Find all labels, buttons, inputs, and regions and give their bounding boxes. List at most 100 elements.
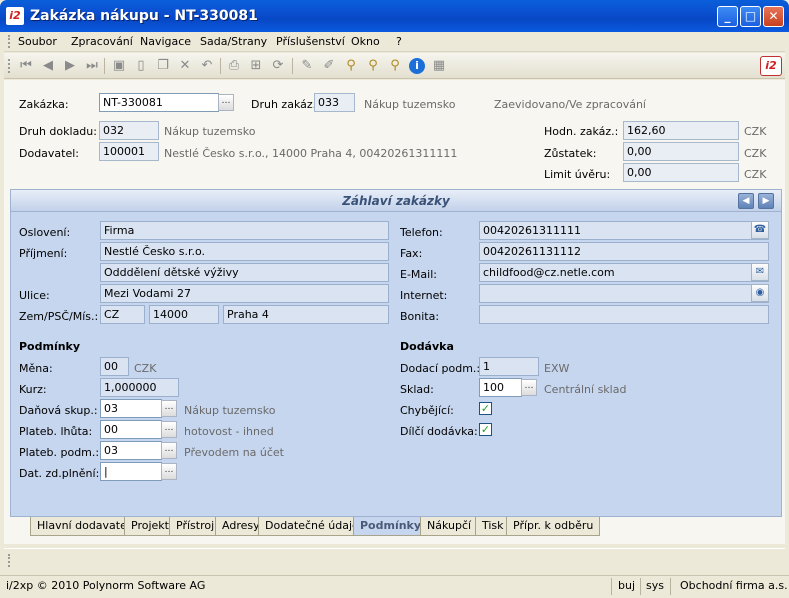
druh-dokladu-field: 032 xyxy=(99,121,159,140)
menu-sada-strany[interactable]: Sada/Strany xyxy=(200,35,267,48)
dilci-dodavka-label: Dílčí dodávka: xyxy=(400,425,478,438)
last-record-icon[interactable]: ⏭ xyxy=(84,58,100,74)
mena-desc: CZK xyxy=(134,362,157,375)
tab-nakupci[interactable]: Nákupčí xyxy=(420,517,479,536)
dat-zd-plneni-label: Dat. zd.plnění: xyxy=(19,467,100,480)
menu-zpracovani[interactable]: Zpracování xyxy=(71,35,133,48)
plateb-lhuta-input[interactable]: 00 xyxy=(100,420,162,439)
copy-icon[interactable]: ❐ xyxy=(155,58,171,74)
open-web-icon[interactable]: ◉ xyxy=(751,284,769,302)
toolbar-grip[interactable] xyxy=(8,59,11,73)
danova-skup-label: Daňová skup.: xyxy=(19,404,98,417)
chybejici-label: Chybějící: xyxy=(400,404,454,417)
bottom-toolbar-grip[interactable] xyxy=(8,554,11,567)
panel-title: Záhlaví zakázky xyxy=(11,190,781,212)
next-record-icon[interactable]: ▶ xyxy=(62,58,78,74)
mena-field: 00 xyxy=(100,357,129,376)
toolbar-separator xyxy=(220,58,221,74)
hodn-zakaz-field: 162,60 xyxy=(623,121,739,140)
ulice-label: Ulice: xyxy=(19,289,50,302)
search-icon[interactable]: ⚲ xyxy=(365,58,381,74)
panel-next-arrow-icon[interactable]: ▶ xyxy=(758,193,774,209)
zem-psc-mis-label: Zem/PSČ/Mís.: xyxy=(19,310,99,323)
chybejici-checkbox[interactable]: ✓ xyxy=(479,402,492,415)
osloveni-field: Firma xyxy=(100,221,389,240)
plateb-podm-desc: Převodem na účet xyxy=(184,446,284,459)
menu-soubor[interactable]: Soubor xyxy=(18,35,57,48)
menubar-grip[interactable] xyxy=(8,35,11,48)
search-advanced-icon[interactable]: ⚲ xyxy=(387,58,403,74)
status-bar: i/2xp © 2010 Polynorm Software AG buj sy… xyxy=(0,575,789,598)
dodavatel-field: 100001 xyxy=(99,142,159,161)
zustatek-field: 0,00 xyxy=(623,142,739,161)
menu-help[interactable]: ? xyxy=(396,35,402,48)
dat-zd-plneni-input[interactable]: | xyxy=(100,462,162,481)
email-field: childfood@cz.netle.com xyxy=(479,263,769,282)
info-icon[interactable]: i xyxy=(409,58,425,74)
edit-pen-icon[interactable]: ✎ xyxy=(299,58,315,74)
application-window: i2 Zakázka nákupu - NT-330081 _ □ ✕ Soub… xyxy=(0,0,789,598)
tab-podminky[interactable]: Podmínky xyxy=(353,517,429,536)
search-filter-icon[interactable]: ⚲ xyxy=(343,58,359,74)
title-bar[interactable]: i2 Zakázka nákupu - NT-330081 _ □ ✕ xyxy=(0,0,789,32)
edit-pen-alt-icon[interactable]: ✐ xyxy=(321,58,337,74)
toolbar-separator xyxy=(292,58,293,74)
phone-dial-icon[interactable]: ☎ xyxy=(751,221,769,239)
zakazka-input[interactable]: NT-330081 xyxy=(99,93,219,112)
mena-label: Měna: xyxy=(19,362,53,375)
plateb-podm-label: Plateb. podm.: xyxy=(19,446,100,459)
sklad-input[interactable]: 100 xyxy=(479,378,522,397)
plateb-podm-input[interactable]: 03 xyxy=(100,441,162,460)
status-user: buj xyxy=(618,579,636,592)
prev-record-icon[interactable]: ◀ xyxy=(40,58,56,74)
minimize-button[interactable]: _ xyxy=(717,6,738,27)
menu-okno[interactable]: Okno xyxy=(351,35,380,48)
dat-zd-plneni-lookup-button[interactable]: … xyxy=(161,463,177,480)
sklad-lookup-button[interactable]: … xyxy=(521,379,537,396)
tree-icon[interactable]: ⊞ xyxy=(248,58,264,74)
osloveni-label: Oslovení: xyxy=(19,226,71,239)
plateb-lhuta-lookup-button[interactable]: … xyxy=(161,421,177,438)
misto-field: Praha 4 xyxy=(223,305,389,324)
tab-pripr-k-odberu[interactable]: Přípr. k odběru xyxy=(506,517,601,536)
menu-prislusenstvi[interactable]: Příslušenství xyxy=(276,35,345,48)
save-icon[interactable]: ▣ xyxy=(111,58,127,74)
delete-icon[interactable]: ✕ xyxy=(177,58,193,74)
plateb-lhuta-label: Plateb. lhůta: xyxy=(19,425,93,438)
prijmeni-label: Příjmení: xyxy=(19,247,68,260)
dodaci-podm-label: Dodací podm.: xyxy=(400,362,481,375)
status-database: sys xyxy=(646,579,664,592)
danova-skup-lookup-button[interactable]: … xyxy=(161,400,177,417)
maximize-button[interactable]: □ xyxy=(740,6,761,27)
limit-uveru-currency: CZK xyxy=(744,168,767,181)
menu-navigace[interactable]: Navigace xyxy=(140,35,191,48)
dilci-dodavka-checkbox[interactable]: ✓ xyxy=(479,423,492,436)
tab-dodatecne-udaje[interactable]: Dodatečné údaje xyxy=(258,517,366,536)
panel-prev-arrow-icon[interactable]: ◀ xyxy=(738,193,754,209)
email-label: E-Mail: xyxy=(400,268,437,281)
zakazka-lookup-button[interactable]: … xyxy=(218,94,234,111)
close-button[interactable]: ✕ xyxy=(763,6,784,27)
fax-field: 00420261131112 xyxy=(479,242,769,261)
window-title: Zakázka nákupu - NT-330081 xyxy=(30,8,258,24)
undo-icon[interactable]: ↶ xyxy=(199,58,215,74)
send-email-icon[interactable]: ✉ xyxy=(751,263,769,281)
dodavatel-desc: Nestlé Česko s.r.o., 14000 Praha 4, 0042… xyxy=(164,147,458,160)
tab-strip: Hlavní dodavatel Projekt Přístroj Adresy… xyxy=(10,517,782,537)
new-document-icon[interactable]: ▯ xyxy=(133,58,149,74)
plateb-podm-lookup-button[interactable]: … xyxy=(161,442,177,459)
hodn-zakaz-currency: CZK xyxy=(744,125,767,138)
first-record-icon[interactable]: ⏮ xyxy=(18,58,34,74)
calculator-icon[interactable]: ▦ xyxy=(431,58,447,74)
danova-skup-input[interactable]: 03 xyxy=(100,399,162,418)
plateb-lhuta-desc: hotovost - ihned xyxy=(184,425,274,438)
telefon-label: Telefon: xyxy=(400,226,443,239)
druh-zakaz-field: 033 xyxy=(314,93,355,112)
podminky-section-title: Podmínky xyxy=(19,340,81,353)
dodavatel-label: Dodavatel: xyxy=(19,147,80,160)
telefon-field: 00420261311111 xyxy=(479,221,769,240)
print-icon[interactable]: ⎙ xyxy=(226,58,242,74)
tab-hlavni-dodavatel[interactable]: Hlavní dodavatel xyxy=(30,517,137,536)
tab-pristroj[interactable]: Přístroj xyxy=(169,517,222,536)
refresh-icon[interactable]: ⟳ xyxy=(270,58,286,74)
